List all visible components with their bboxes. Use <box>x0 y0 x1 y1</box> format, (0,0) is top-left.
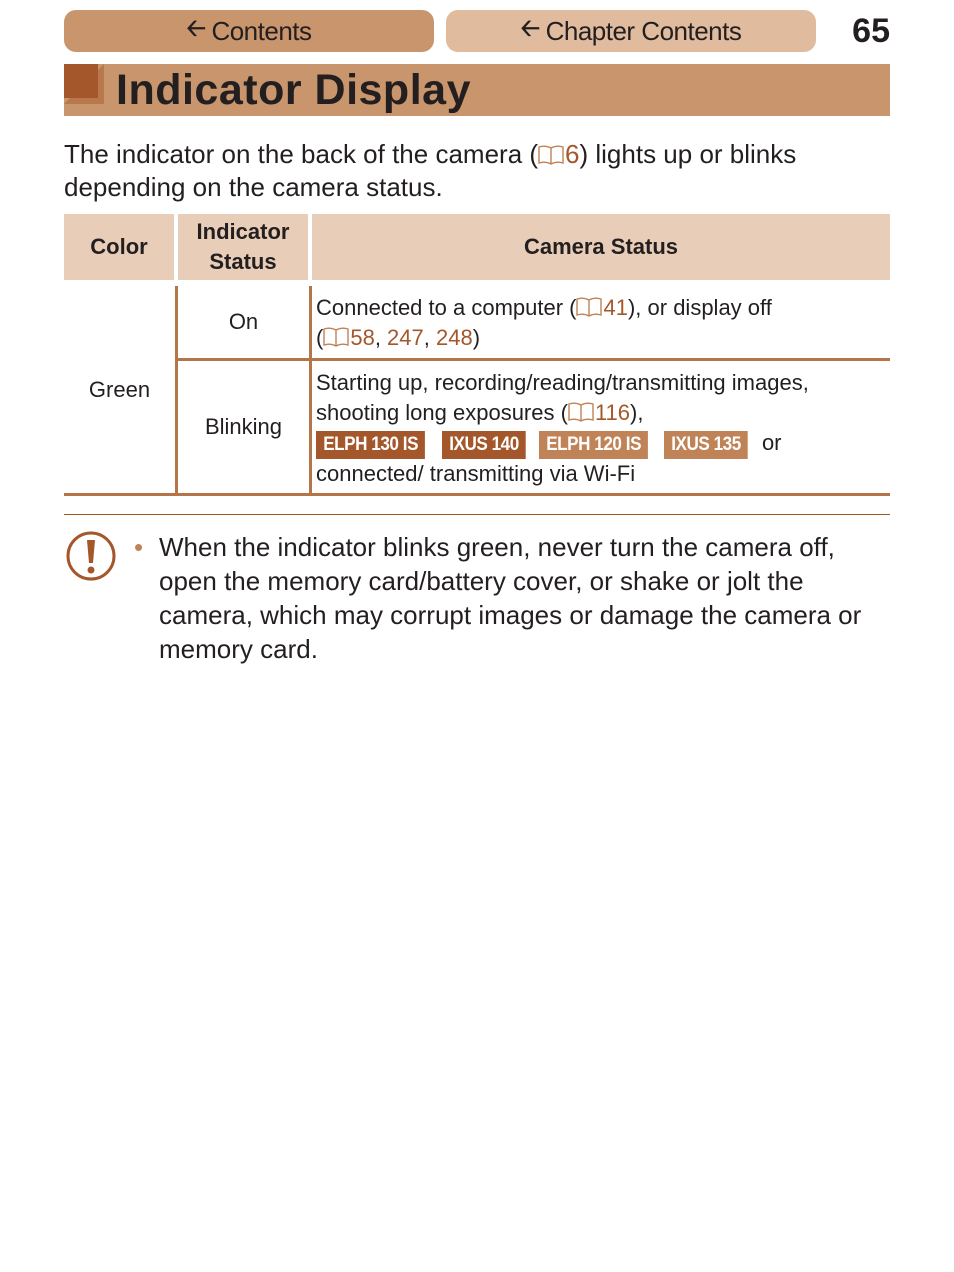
contents-button[interactable]: 🡠 Contents <box>64 10 434 52</box>
indicator-table: Color Indicator Status Camera Status Gre… <box>64 214 890 496</box>
bullet-icon: • <box>134 532 144 562</box>
contents-label: Contents <box>211 15 312 46</box>
book-icon <box>576 297 603 317</box>
page-ref-link[interactable]: 247 <box>387 325 424 350</box>
caution-text: When the indicator blinks green, never t… <box>159 532 862 664</box>
page-ref-link[interactable]: 58 <box>350 325 374 350</box>
page-ref-link[interactable]: 116 <box>595 400 630 425</box>
status-cell: Connected to a computer (41), or display… <box>312 286 890 361</box>
page-number: 65 <box>852 12 890 50</box>
section-divider <box>64 514 890 515</box>
model-badge: ELPH 120 IS <box>538 430 649 459</box>
chapter-contents-button[interactable]: 🡠 Chapter Contents <box>446 10 816 52</box>
page-title: Indicator Display <box>116 66 471 114</box>
header-color: Color <box>64 214 178 286</box>
indicator-cell: Blinking <box>178 361 312 496</box>
status-cell: Starting up, recording/reading/transmitt… <box>312 361 890 496</box>
book-icon <box>568 402 594 422</box>
table-row: Blinking Starting up, recording/reading/… <box>64 361 890 496</box>
model-badge: IXUS 140 <box>441 430 526 459</box>
color-cell: Green <box>64 286 178 496</box>
left-arrow-icon: 🡠 <box>520 14 540 42</box>
model-badge: ELPH 130 IS <box>316 430 426 459</box>
section-marker-icon <box>64 64 104 104</box>
indicator-cell: On <box>178 286 312 361</box>
book-icon <box>538 145 564 165</box>
header-indicator-status: Indicator Status <box>178 214 312 286</box>
caution-icon <box>66 531 116 581</box>
chapter-contents-label: Chapter Contents <box>545 15 742 46</box>
left-arrow-icon: 🡠 <box>186 14 206 42</box>
table-row: Green On Connected to a computer (41), o… <box>64 286 890 496</box>
page-ref-link[interactable]: 6 <box>565 139 579 169</box>
book-icon <box>323 327 350 347</box>
model-badge: IXUS 135 <box>664 430 749 459</box>
header-camera-status: Camera Status <box>312 214 890 286</box>
page-ref-link[interactable]: 41 <box>603 295 627 320</box>
page-ref-link[interactable]: 248 <box>436 325 473 350</box>
intro-paragraph: The indicator on the back of the camera … <box>64 139 797 202</box>
